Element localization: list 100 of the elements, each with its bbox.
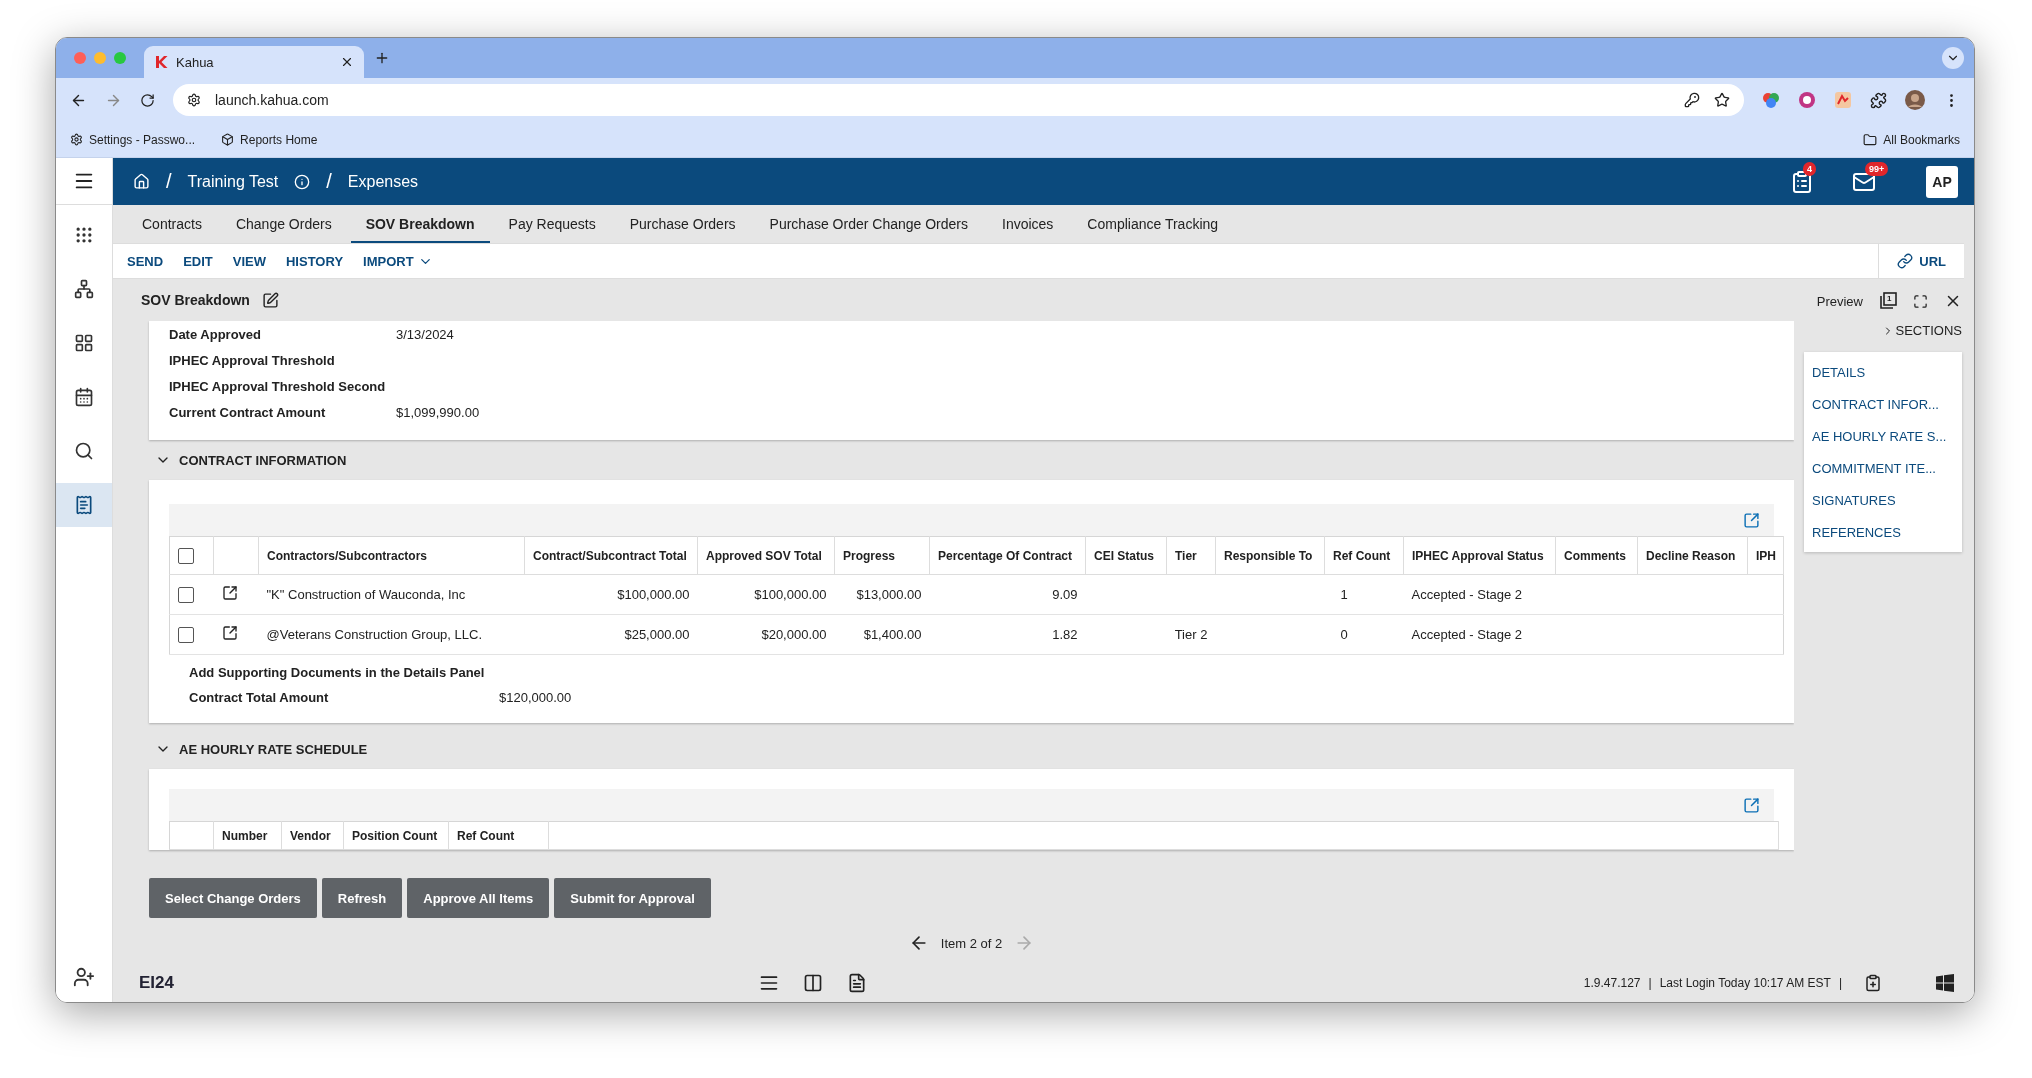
column-header[interactable]: CEI Status: [1085, 536, 1167, 575]
action-link[interactable]: SEND: [127, 253, 164, 269]
table-cell: 1: [1340, 587, 1348, 602]
panel-title: Preview: [1816, 293, 1863, 309]
tab[interactable]: Purchase Order Change Orders: [754, 216, 983, 243]
version-text: 1.9.47.127: [1583, 976, 1641, 990]
address-bar[interactable]: launch.kahua.com: [173, 84, 1744, 116]
folder-icon: [1863, 132, 1878, 147]
open-external-icon[interactable]: [221, 625, 238, 641]
action-link[interactable]: HISTORY: [286, 253, 344, 269]
column-header[interactable]: Responsible To: [1215, 536, 1325, 575]
edit-note-icon[interactable]: [261, 291, 279, 309]
tab[interactable]: Pay Requests: [493, 216, 611, 243]
windows-logo-icon[interactable]: [1936, 974, 1954, 992]
open-external-icon[interactable]: [221, 585, 238, 601]
bookmark[interactable]: Settings - Passwo...: [70, 132, 196, 147]
extension-icon[interactable]: [1798, 91, 1816, 109]
action-button[interactable]: Refresh: [321, 878, 403, 918]
action-button[interactable]: Select Change Orders: [149, 878, 317, 918]
kahua-logo-icon: [154, 55, 168, 69]
supporting-documents-note: Add Supporting Documents in the Details Panel: [189, 665, 486, 680]
field-label: IPHEC Approval Threshold Second: [169, 379, 387, 394]
section-header[interactable]: CONTRACT INFORMATION: [149, 440, 353, 480]
dashboard-icon[interactable]: [74, 333, 94, 353]
breadcrumb-item[interactable]: Training Test: [187, 172, 279, 191]
browser-tab[interactable]: Kahua: [144, 46, 364, 78]
column-header[interactable]: Ref Count: [1324, 536, 1404, 575]
table-cell: Accepted - Stage 2: [1411, 627, 1523, 642]
tab[interactable]: Change Orders: [220, 216, 347, 243]
columns-view-icon[interactable]: [803, 973, 823, 993]
column-header[interactable]: Percentage Of Contract: [929, 536, 1086, 575]
section-link[interactable]: CONTRACT INFOR...: [1812, 388, 1954, 420]
column-header[interactable]: Ref Count: [448, 821, 549, 850]
column-header[interactable]: Decline Reason: [1637, 536, 1748, 575]
list-view-icon[interactable]: [759, 973, 779, 993]
calendar-icon[interactable]: [74, 387, 94, 407]
field-label: Current Contract Amount: [169, 405, 327, 420]
column-header[interactable]: Vendor: [281, 821, 344, 850]
expense-document-icon[interactable]: [74, 495, 94, 515]
action-link[interactable]: EDIT: [183, 253, 213, 269]
all-bookmarks-button[interactable]: All Bookmarks: [1863, 132, 1960, 147]
document-view-icon[interactable]: [847, 973, 867, 993]
sections-toggle[interactable]: SECTIONS: [1881, 323, 1962, 338]
section-link[interactable]: REFERENCES: [1812, 516, 1954, 548]
profile-avatar-icon[interactable]: [1905, 90, 1925, 110]
action-button[interactable]: Approve All Items: [407, 878, 550, 918]
close-icon[interactable]: [340, 55, 354, 69]
separator: |: [1838, 976, 1842, 990]
column-header[interactable]: Comments: [1555, 536, 1638, 575]
section-link[interactable]: AE HOURLY RATE S...: [1812, 420, 1954, 452]
section-link[interactable]: SIGNATURES: [1812, 484, 1954, 516]
extension-icon[interactable]: [1834, 91, 1852, 109]
search-icon[interactable]: [74, 441, 94, 461]
breadcrumb-separator: /: [326, 170, 332, 193]
apps-grid-icon[interactable]: [74, 225, 94, 245]
table-cell: $20,000.00: [761, 627, 827, 642]
column-header[interactable]: IPHEC Approval Status: [1403, 536, 1556, 575]
tab-list-icon[interactable]: [1942, 47, 1964, 69]
user-avatar[interactable]: AP: [1926, 165, 1958, 198]
column-header[interactable]: Contract/Subcontract Total: [524, 536, 698, 575]
tab[interactable]: Compliance Tracking: [1072, 216, 1234, 243]
column-header[interactable]: IPH: [1747, 536, 1784, 575]
section-link[interactable]: DETAILS: [1812, 356, 1954, 388]
info-icon[interactable]: [294, 173, 311, 190]
checkbox[interactable]: [178, 586, 194, 603]
page-title: SOV Breakdown: [141, 292, 250, 308]
fullscreen-icon[interactable]: [1913, 293, 1928, 309]
key-icon: [1684, 92, 1700, 108]
column-header[interactable]: Approved SOV Total: [697, 536, 835, 575]
separator: |: [1648, 976, 1652, 990]
extension-icon[interactable]: [1762, 91, 1780, 109]
section-link[interactable]: COMMITMENT ITE...: [1812, 452, 1954, 484]
notification-badge: 99+: [1865, 161, 1889, 176]
new-tab-icon[interactable]: [374, 50, 390, 66]
table-cell: $1,400.00: [863, 627, 922, 642]
section-header[interactable]: AE HOURLY RATE SCHEDULE: [149, 729, 374, 769]
action-link[interactable]: IMPORT: [363, 253, 433, 269]
reload-icon[interactable]: [140, 92, 155, 108]
tab[interactable]: Contracts: [127, 216, 217, 243]
action-button[interactable]: Submit for Approval: [554, 878, 711, 918]
action-link[interactable]: VIEW: [232, 253, 266, 269]
link-icon: [1897, 253, 1914, 269]
column-header[interactable]: Contractors/Subcontractors: [258, 536, 525, 575]
tab[interactable]: Invoices: [987, 216, 1069, 243]
extensions-icon[interactable]: [1870, 91, 1887, 109]
tab[interactable]: Purchase Orders: [614, 216, 751, 243]
checkbox[interactable]: [178, 626, 194, 643]
column-header[interactable]: Progress: [834, 536, 930, 575]
checkbox[interactable]: [178, 547, 194, 564]
table-cell: "K" Construction of Wauconda, Inc: [266, 587, 466, 602]
home-icon[interactable]: [133, 173, 150, 190]
column-header[interactable]: Tier: [1166, 536, 1216, 575]
column-header[interactable]: Number: [213, 821, 282, 850]
column-header[interactable]: Position Count: [343, 821, 449, 850]
add-user-icon[interactable]: [73, 966, 95, 988]
hierarchy-icon[interactable]: [74, 279, 94, 299]
site-settings-icon: [187, 93, 201, 107]
bookmark[interactable]: Reports Home: [221, 132, 318, 147]
star-icon[interactable]: [1714, 92, 1730, 108]
breadcrumb-item[interactable]: Expenses: [347, 172, 419, 191]
